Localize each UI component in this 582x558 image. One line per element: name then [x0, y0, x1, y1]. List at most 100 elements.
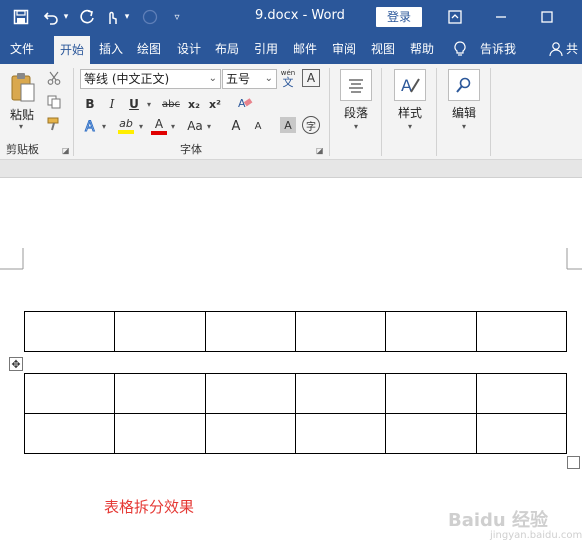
table-cell[interactable] — [475, 413, 568, 454]
character-shading-button[interactable]: A — [280, 117, 296, 133]
font-launcher-icon[interactable]: ◪ — [316, 146, 324, 155]
table-bottom[interactable] — [23, 373, 568, 454]
ribbon-display-icon[interactable] — [444, 6, 466, 28]
table-cell[interactable] — [23, 373, 116, 414]
tab-mailings[interactable]: 邮件 — [293, 34, 317, 64]
table-cell[interactable] — [294, 413, 387, 454]
font-color-dropdown-icon[interactable]: ▾ — [171, 122, 175, 131]
undo-icon[interactable] — [40, 6, 62, 28]
table-cell[interactable] — [114, 413, 206, 454]
table-top[interactable] — [23, 311, 568, 352]
tab-references[interactable]: 引用 — [254, 34, 278, 64]
table-cell[interactable] — [204, 311, 296, 352]
text-effects-dropdown-icon[interactable]: ▾ — [102, 122, 106, 131]
caption-text: 表格拆分效果 — [104, 498, 195, 516]
highlight-button[interactable]: ab — [115, 116, 137, 136]
tab-draw[interactable]: 绘图 — [137, 34, 161, 64]
tab-view[interactable]: 视图 — [371, 34, 395, 64]
tab-design[interactable]: 设计 — [177, 34, 201, 64]
paragraph-dropdown-icon[interactable]: ▾ — [354, 122, 358, 131]
circle-icon[interactable] — [140, 6, 160, 28]
paste-dropdown-icon[interactable]: ▾ — [19, 122, 23, 131]
phonetic-guide-button[interactable]: wén 文 — [279, 69, 297, 89]
underline-button[interactable]: U — [126, 95, 142, 113]
table-cell[interactable] — [114, 373, 206, 414]
highlight-dropdown-icon[interactable]: ▾ — [139, 122, 143, 131]
copy-icon[interactable] — [46, 94, 62, 110]
title-bar: ▾ ▾ ▿ 9.docx - Word 登录 — [0, 0, 582, 34]
styles-dropdown-icon[interactable]: ▾ — [408, 122, 412, 131]
ribbon: 粘贴 ▾ 剪贴板 ◪ 等线 (中文正文) ⌄ 五号 ⌄ wén 文 A B I … — [0, 64, 582, 160]
change-case-button[interactable]: Aa — [184, 116, 206, 136]
character-border-button[interactable]: A — [302, 69, 320, 87]
customize-toolbar-icon[interactable]: ▿ — [170, 6, 184, 28]
styles-label[interactable]: 样式 — [398, 104, 422, 121]
table-move-handle-icon[interactable]: ✥ — [9, 357, 23, 371]
minimize-icon[interactable] — [490, 6, 512, 28]
tell-me-search[interactable]: 告诉我 — [480, 34, 516, 64]
superscript-button[interactable]: x² — [206, 95, 224, 113]
table-cell[interactable] — [385, 373, 477, 414]
save-icon[interactable] — [10, 6, 32, 28]
tab-share[interactable]: 共 — [566, 34, 578, 64]
search-icon[interactable] — [448, 69, 480, 101]
table-resize-handle[interactable] — [567, 456, 580, 469]
paragraph-label[interactable]: 段落 — [344, 104, 368, 121]
bold-button[interactable]: B — [82, 95, 98, 113]
table-row — [23, 413, 568, 454]
table-cell[interactable] — [204, 373, 296, 414]
tab-insert[interactable]: 插入 — [99, 34, 123, 64]
table-cell[interactable] — [475, 373, 568, 414]
clipboard-launcher-icon[interactable]: ◪ — [62, 146, 70, 155]
maximize-icon[interactable] — [536, 6, 558, 28]
table-cell[interactable] — [385, 413, 477, 454]
grow-font-button[interactable]: A — [228, 116, 244, 136]
separator — [329, 68, 330, 156]
format-painter-icon[interactable] — [46, 116, 62, 132]
document-page[interactable]: ✥ 表格拆分效果 Baidu 经验 jingyan.baidu.com — [0, 178, 582, 558]
font-size-select[interactable]: 五号 ⌄ — [222, 69, 277, 89]
paragraph-icon[interactable] — [340, 69, 372, 101]
subscript-button[interactable]: x₂ — [185, 95, 203, 113]
ribbon-tabs: 文件 开始 插入 绘图 设计 布局 引用 邮件 审阅 视图 帮助 告诉我 共 — [0, 34, 582, 64]
shrink-font-button[interactable]: A — [250, 116, 266, 136]
font-color-button[interactable]: A — [150, 116, 168, 136]
table-cell[interactable] — [385, 311, 477, 352]
editing-label[interactable]: 编辑 — [452, 104, 476, 121]
italic-button[interactable]: I — [104, 95, 120, 113]
tab-layout[interactable]: 布局 — [215, 34, 239, 64]
tab-file[interactable]: 文件 — [10, 34, 34, 64]
change-case-dropdown-icon[interactable]: ▾ — [207, 122, 211, 131]
table-cell[interactable] — [23, 413, 116, 454]
login-button[interactable]: 登录 — [376, 7, 422, 27]
tab-review[interactable]: 审阅 — [332, 34, 356, 64]
cut-icon[interactable] — [46, 70, 62, 86]
table-cell[interactable] — [294, 373, 387, 414]
font-name-select[interactable]: 等线 (中文正文) ⌄ — [80, 69, 221, 89]
paste-icon[interactable] — [8, 70, 38, 104]
styles-icon[interactable]: A — [394, 69, 426, 101]
underline-dropdown-icon[interactable]: ▾ — [147, 100, 151, 109]
table-cell[interactable] — [204, 413, 296, 454]
word-window: ▾ ▾ ▿ 9.docx - Word 登录 文件 开始 插入 绘图 设计 布局 — [0, 0, 582, 558]
touch-mode-icon[interactable] — [102, 6, 122, 28]
document-title: 9.docx - Word — [255, 8, 345, 23]
table-cell[interactable] — [475, 311, 568, 352]
enclose-characters-button[interactable]: 字 — [302, 116, 320, 134]
table-cell[interactable] — [114, 311, 206, 352]
clear-formatting-icon[interactable]: A — [235, 93, 255, 113]
redo-icon[interactable] — [76, 6, 98, 28]
text-effects-icon[interactable]: A — [82, 116, 100, 136]
share-person-icon[interactable] — [548, 38, 564, 60]
editing-dropdown-icon[interactable]: ▾ — [462, 122, 466, 131]
paste-label[interactable]: 粘贴 — [10, 106, 34, 123]
highlight-text: ab — [119, 117, 133, 130]
touch-dropdown-icon[interactable]: ▾ — [122, 6, 132, 28]
tab-help[interactable]: 帮助 — [410, 34, 434, 64]
table-cell[interactable] — [294, 311, 387, 352]
strikethrough-button[interactable]: abc — [160, 95, 182, 113]
table-cell[interactable] — [23, 311, 116, 352]
tab-home[interactable]: 开始 — [54, 36, 91, 64]
undo-dropdown-icon[interactable]: ▾ — [61, 6, 71, 28]
separator — [73, 68, 74, 156]
